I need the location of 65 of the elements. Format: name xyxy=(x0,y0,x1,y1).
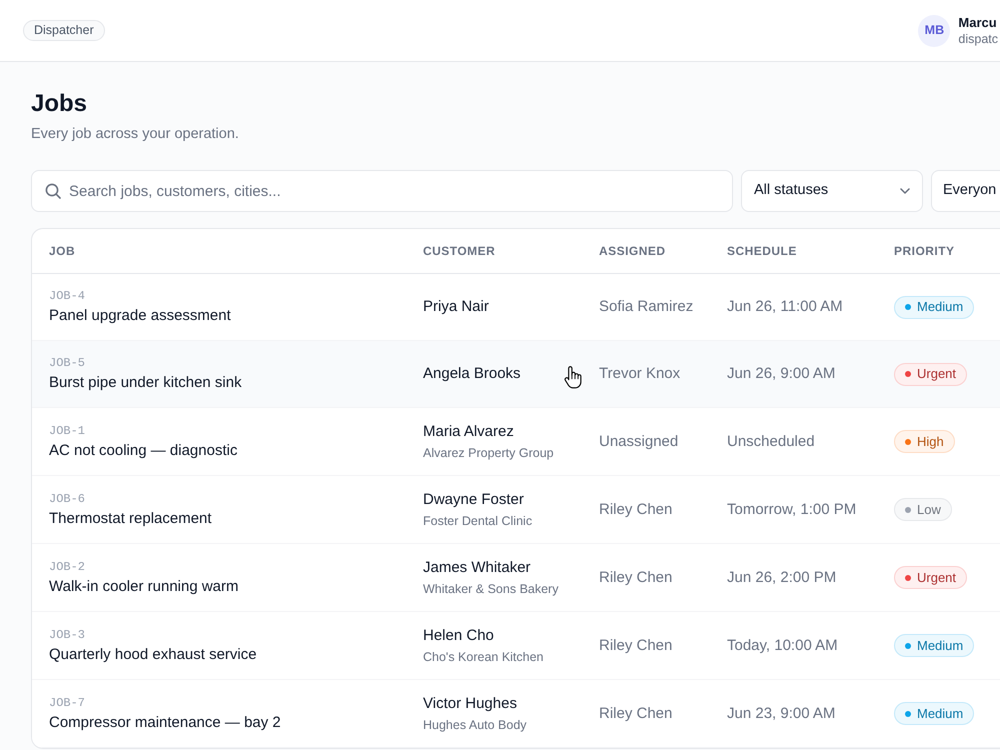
table-row[interactable]: JOB-5 Burst pipe under kitchen sink Angela Brooks Trevor Knox Jun 26, 9:00 AM Urgent xyxy=(32,341,1000,408)
search-icon xyxy=(45,183,61,199)
job-title: Burst pipe under kitchen sink xyxy=(49,373,242,393)
customer-company: Cho's Korean Kitchen xyxy=(423,649,544,666)
column-header: SCHEDULE xyxy=(727,244,797,258)
job-id: JOB-3 xyxy=(49,626,86,644)
priority-label: High xyxy=(917,432,944,451)
job-title: Compressor maintenance — bay 2 xyxy=(49,712,281,732)
user-avatar[interactable]: MB xyxy=(918,14,950,46)
schedule-time: Jun 26, 9:00 AM xyxy=(727,365,836,382)
role-badge: Dispatcher xyxy=(23,20,105,41)
schedule-time: Today, 10:00 AM xyxy=(727,636,838,654)
customer-name: Victor Hughes xyxy=(423,694,517,714)
column-header: JOB xyxy=(49,244,76,258)
job-title: Quarterly hood exhaust service xyxy=(49,644,257,664)
schedule-time: Jun 26, 11:00 AM xyxy=(727,298,843,315)
status-select[interactable]: All statuses xyxy=(741,170,923,212)
assigned-technician: Trevor Knox xyxy=(599,365,680,382)
job-id: JOB-7 xyxy=(49,694,86,712)
schedule-time: Unscheduled xyxy=(727,432,815,450)
customer-company: Alvarez Property Group xyxy=(423,445,554,462)
search-field[interactable]: Search jobs, customers, cities... xyxy=(31,170,733,212)
customer-company: Hughes Auto Body xyxy=(423,717,527,734)
priority-label: Medium xyxy=(917,704,964,723)
schedule-time: Jun 26, 2:00 PM xyxy=(727,568,836,586)
column-header: PRIORITY xyxy=(894,244,955,258)
job-id: JOB-1 xyxy=(49,422,86,440)
schedule-time: Tomorrow, 1:00 PM xyxy=(727,500,856,518)
customer-name: Helen Cho xyxy=(423,626,494,646)
priority-label: Low xyxy=(917,500,941,519)
assignee-select[interactable]: Everyon xyxy=(931,170,1000,212)
chevron-down-icon xyxy=(900,188,910,194)
job-id: JOB-4 xyxy=(49,288,86,305)
page-subtitle: Every job across your operation. xyxy=(31,125,239,144)
job-id: JOB-5 xyxy=(49,355,86,372)
assigned-technician: Unassigned xyxy=(599,432,678,450)
priority-label: Medium xyxy=(917,636,964,655)
customer-name: Maria Alvarez xyxy=(423,422,514,442)
customer-name: Angela Brooks xyxy=(423,364,521,384)
user-role: dispatc xyxy=(958,31,998,47)
priority-label: Medium xyxy=(917,298,964,316)
job-title: Panel upgrade assessment xyxy=(49,306,231,326)
schedule-time: Jun 23, 9:00 AM xyxy=(727,704,836,722)
hand-cursor-icon xyxy=(564,365,582,389)
column-header: CUSTOMER xyxy=(423,244,496,258)
customer-name: Priya Nair xyxy=(423,297,489,317)
job-title: Thermostat replacement xyxy=(49,508,212,528)
job-id: JOB-6 xyxy=(49,490,86,508)
priority-label: Urgent xyxy=(917,365,956,384)
customer-name: James Whitaker xyxy=(423,558,531,578)
assigned-technician: Riley Chen xyxy=(599,636,672,654)
column-header: ASSIGNED xyxy=(599,244,666,258)
user-name: Marcu xyxy=(958,14,997,31)
customer-name: Dwayne Foster xyxy=(423,490,524,510)
priority-label: Urgent xyxy=(917,568,956,587)
job-id: JOB-2 xyxy=(49,558,86,576)
page-title: Jobs xyxy=(31,89,88,119)
assigned-technician: Sofia Ramirez xyxy=(599,298,694,315)
assigned-technician: Riley Chen xyxy=(599,500,672,518)
customer-company: Foster Dental Clinic xyxy=(423,513,532,530)
job-title: AC not cooling — diagnostic xyxy=(49,440,238,460)
job-title: Walk-in cooler running warm xyxy=(49,576,239,596)
assigned-technician: Riley Chen xyxy=(599,568,672,586)
customer-company: Whitaker & Sons Bakery xyxy=(423,581,558,598)
assigned-technician: Riley Chen xyxy=(599,704,672,722)
